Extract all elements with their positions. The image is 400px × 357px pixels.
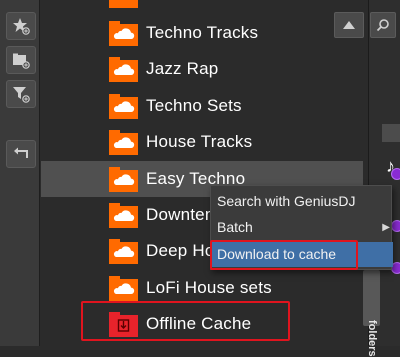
- soundcloud-folder-icon: [109, 130, 138, 156]
- download-to-cache-annotation: [210, 240, 358, 270]
- add-filter-button[interactable]: [6, 80, 36, 108]
- back-arrow-icon: [14, 147, 28, 158]
- back-button[interactable]: [6, 140, 36, 168]
- star-add-icon: [13, 18, 30, 35]
- folder-add-icon: [13, 53, 30, 69]
- menu-item-label: Search with GeniusDJ: [217, 193, 356, 209]
- panel-box: [382, 124, 400, 142]
- soundcloud-folder-icon: [109, 275, 138, 301]
- folder-label: Techno Tracks: [146, 23, 259, 42]
- status-dot: [391, 168, 400, 180]
- filter-add-icon: [13, 87, 30, 103]
- menu-item-batch[interactable]: Batch ▶: [211, 215, 393, 240]
- tab-folders[interactable]: folders: [363, 270, 380, 357]
- folder-label: Techno Sets: [146, 95, 242, 115]
- folder-label: House Tracks: [146, 132, 253, 152]
- search-icon: [376, 19, 389, 32]
- scroll-up-button[interactable]: [334, 12, 364, 38]
- add-favorite-button[interactable]: [6, 12, 36, 40]
- triangle-up-icon: [343, 21, 355, 29]
- folder-row[interactable]: Jazz Rap: [41, 51, 363, 87]
- soundcloud-folder-icon: [109, 57, 138, 83]
- folder-row[interactable]: Techno Tracks: [41, 15, 363, 51]
- folder-label: LoFi House sets: [146, 277, 272, 297]
- soundcloud-folder-icon: [109, 166, 138, 192]
- menu-item-search-geniusdj[interactable]: Search with GeniusDJ: [211, 189, 393, 214]
- folder-row[interactable]: Techno Sets: [41, 88, 363, 124]
- search-button[interactable]: [370, 12, 396, 38]
- add-folder-button[interactable]: [6, 46, 36, 74]
- side-tab-label: folders: [366, 320, 378, 357]
- soundcloud-folder-icon: [109, 93, 138, 119]
- folder-list: Techno Tracks Jazz Rap Techno Sets House Tr…: [41, 0, 363, 346]
- soundcloud-folder-icon: [109, 21, 138, 46]
- folder-row[interactable]: House Tracks: [41, 124, 363, 160]
- soundcloud-folder-icon: [109, 239, 138, 265]
- soundcloud-folder-icon: [109, 203, 138, 228]
- offline-cache-annotation: [81, 301, 290, 341]
- soundcloud-folder-icon: [109, 0, 138, 8]
- menu-item-label: Batch: [217, 219, 253, 235]
- folder-label: Jazz Rap: [146, 59, 219, 79]
- left-toolbar: [0, 0, 40, 346]
- submenu-arrow-icon: ▶: [382, 222, 390, 233]
